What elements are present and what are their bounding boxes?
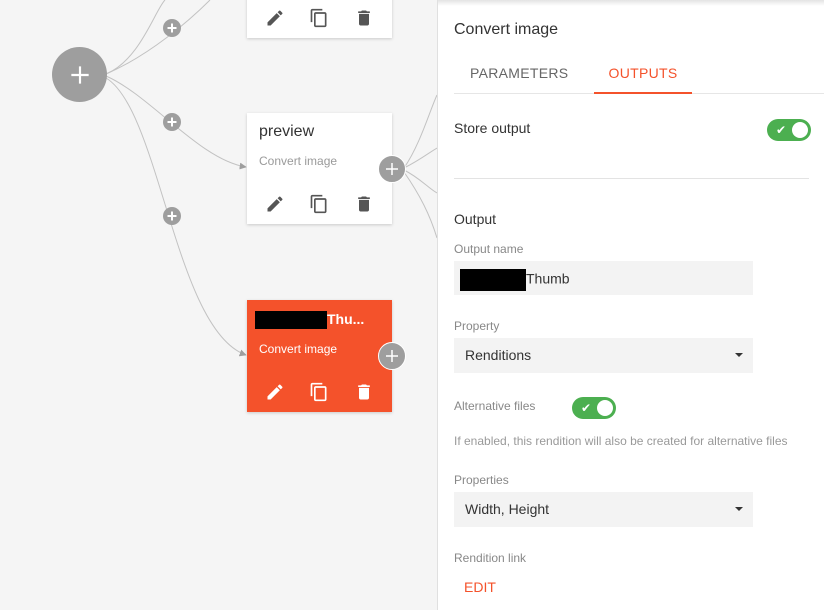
add-root-step-button[interactable]: [52, 47, 107, 102]
workflow-node-top[interactable]: [247, 0, 392, 38]
rendition-link-edit-button[interactable]: EDIT: [464, 579, 496, 595]
output-name-input[interactable]: Thumb: [454, 261, 753, 295]
properties-value: Width, Height: [465, 501, 550, 517]
alternative-files-toggle[interactable]: ✔: [572, 397, 616, 419]
node-subtitle: Convert image: [259, 342, 338, 356]
properties-label: Properties: [454, 473, 509, 487]
toggle-knob: [792, 122, 808, 138]
plus-icon: [167, 117, 177, 127]
trash-icon[interactable]: [352, 192, 376, 216]
workflow-canvas[interactable]: preview Convert image Thu... Convert ima…: [0, 0, 437, 610]
trash-icon[interactable]: [352, 6, 376, 30]
trash-icon[interactable]: [352, 380, 376, 404]
edge-to-top-node: [105, 0, 166, 75]
edge-from-preview: [403, 169, 437, 194]
redacted-block: [255, 311, 327, 330]
copy-icon[interactable]: [307, 380, 331, 404]
plus-icon: [386, 163, 398, 175]
node-actions: [247, 184, 392, 224]
tab-bar: PARAMETERS OUTPUTS: [454, 58, 824, 94]
add-step-button[interactable]: [163, 113, 181, 131]
pencil-icon[interactable]: [263, 192, 287, 216]
rendition-link-label: Rendition link: [454, 551, 527, 565]
output-name-label: Output name: [454, 242, 524, 256]
alternative-files-label: Alternative files: [454, 399, 536, 413]
store-output-toggle[interactable]: ✔: [767, 119, 811, 141]
node-actions: [247, 0, 392, 38]
edge-from-preview: [403, 94, 437, 169]
add-after-preview-button[interactable]: [378, 155, 406, 183]
tab-outputs[interactable]: OUTPUTS: [594, 58, 692, 94]
workflow-node-thumb[interactable]: Thu... Convert image: [247, 300, 392, 412]
tab-parameters[interactable]: PARAMETERS: [470, 58, 568, 94]
properties-panel: Convert image PARAMETERS OUTPUTS Store o…: [437, 0, 824, 610]
property-select[interactable]: Renditions: [454, 338, 753, 373]
store-output-label: Store output: [454, 120, 531, 136]
panel-top-shadow: [438, 0, 824, 6]
toggle-knob: [597, 400, 613, 416]
node-subtitle: Convert image: [259, 154, 338, 168]
check-icon: ✔: [776, 123, 787, 137]
check-icon: ✔: [581, 401, 592, 415]
property-label: Property: [454, 319, 500, 333]
add-step-button[interactable]: [163, 19, 181, 37]
property-value: Renditions: [465, 347, 532, 363]
pencil-icon[interactable]: [263, 6, 287, 30]
plus-icon: [167, 211, 177, 221]
alternative-files-helper: If enabled, this rendition will also be …: [454, 434, 788, 448]
edge-from-preview: [403, 147, 437, 169]
plus-icon: [167, 23, 177, 33]
properties-select[interactable]: Width, Height: [454, 492, 753, 527]
workflow-node-preview[interactable]: preview Convert image: [247, 113, 392, 224]
node-actions: [247, 372, 392, 412]
pencil-icon[interactable]: [263, 380, 287, 404]
edge-from-preview: [403, 171, 437, 239]
plus-icon: [386, 350, 398, 362]
panel-title: Convert image: [454, 21, 559, 38]
copy-icon[interactable]: [307, 192, 331, 216]
node-title-text: Thu...: [327, 311, 365, 327]
node-title: preview: [259, 123, 315, 140]
output-section-heading: Output: [454, 211, 497, 227]
node-title: Thu...: [255, 311, 365, 330]
output-name-value: Thumb: [526, 270, 570, 287]
section-divider: [454, 178, 809, 179]
plus-icon: [70, 65, 89, 84]
copy-icon[interactable]: [307, 6, 331, 30]
redacted-block: [460, 269, 526, 291]
dropdown-caret-icon: [735, 353, 743, 357]
add-step-button[interactable]: [163, 207, 181, 225]
dropdown-caret-icon: [735, 507, 743, 511]
add-after-thumb-button[interactable]: [378, 342, 406, 370]
